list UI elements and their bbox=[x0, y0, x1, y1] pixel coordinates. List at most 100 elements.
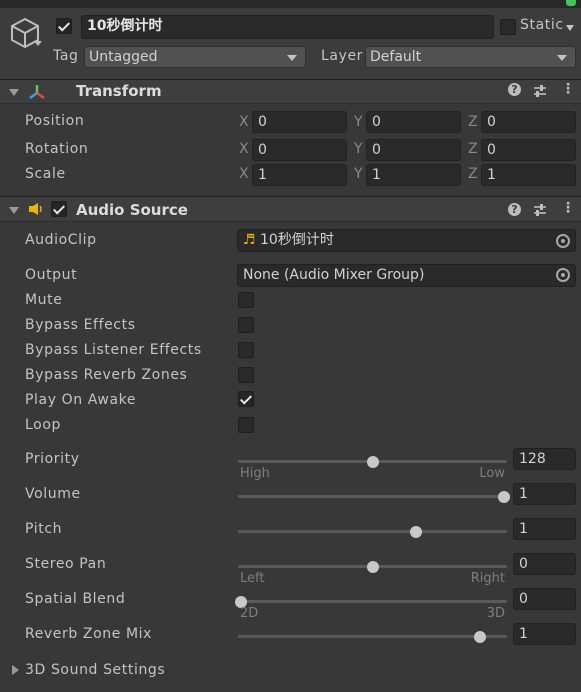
scale-y-axis[interactable]: Y bbox=[354, 166, 363, 182]
position-x-axis[interactable]: X bbox=[239, 114, 249, 130]
stereo-pan-slider[interactable] bbox=[238, 560, 507, 573]
transform-body: Position X 0 Y 0 Z 0 Rotation X 0 Y 0 Z … bbox=[0, 104, 581, 196]
static-toggle[interactable] bbox=[500, 19, 516, 35]
speaker-icon bbox=[29, 203, 42, 215]
stereo-pan-slider-thumb[interactable] bbox=[366, 560, 379, 573]
help-icon[interactable]: ? bbox=[508, 203, 521, 216]
priority-slider-thumb[interactable] bbox=[366, 455, 379, 468]
position-z-axis[interactable]: Z bbox=[468, 114, 478, 130]
spatial-blend-label: Spatial Blend bbox=[25, 591, 126, 607]
stereo-pan-value-field[interactable]: 0 bbox=[513, 553, 576, 575]
layer-dropdown[interactable]: Default bbox=[365, 46, 576, 68]
bypass-listener-effects-label: Bypass Listener Effects bbox=[25, 342, 202, 358]
audio-note-icon: ♬ bbox=[243, 232, 256, 248]
audio-source-body: AudioClip ♬ 10秒倒计时 Output None (Audio Mi… bbox=[0, 222, 581, 692]
bypass-effects-label: Bypass Effects bbox=[25, 317, 136, 333]
audio-source-enabled-toggle[interactable] bbox=[51, 201, 67, 217]
scale-z-axis[interactable]: Z bbox=[468, 166, 478, 182]
foldout-arrow-icon[interactable] bbox=[9, 89, 19, 96]
mute-label: Mute bbox=[25, 292, 63, 308]
presets-icon[interactable] bbox=[533, 203, 547, 217]
spatial-blend-slider[interactable] bbox=[235, 595, 507, 608]
bypass-reverb-zones-label: Bypass Reverb Zones bbox=[25, 367, 188, 383]
layer-value: Default bbox=[370, 49, 422, 65]
volume-value-field[interactable]: 1 bbox=[513, 483, 576, 505]
chevron-down-icon bbox=[287, 55, 297, 61]
loop-label: Loop bbox=[25, 417, 61, 433]
foldout-arrow-icon[interactable] bbox=[12, 665, 19, 675]
object-picker-icon[interactable] bbox=[556, 268, 570, 282]
object-header: 10秒倒计时 Static Tag Untagged Layer Default bbox=[0, 8, 581, 80]
bypass-listener-effects-toggle[interactable] bbox=[238, 342, 254, 358]
stereo-pan-min-label: Left bbox=[240, 571, 265, 586]
scale-x-axis[interactable]: X bbox=[239, 166, 249, 182]
priority-value-field[interactable]: 128 bbox=[513, 448, 576, 470]
audio-source-header[interactable]: Audio Source ? ⋮ bbox=[0, 196, 581, 222]
volume-slider[interactable] bbox=[238, 490, 510, 503]
scale-z-field[interactable]: 1 bbox=[481, 164, 576, 186]
position-label: Position bbox=[25, 113, 85, 129]
static-dropdown-icon[interactable] bbox=[566, 25, 574, 31]
bypass-effects-toggle[interactable] bbox=[238, 317, 254, 333]
transform-axes-icon bbox=[29, 85, 45, 99]
priority-label: Priority bbox=[25, 451, 80, 467]
layer-label: Layer bbox=[321, 48, 364, 64]
spatial-blend-value-field[interactable]: 0 bbox=[513, 588, 576, 610]
scale-x-field[interactable]: 1 bbox=[252, 164, 347, 186]
chevron-down-icon bbox=[557, 55, 567, 61]
kebab-menu-icon[interactable]: ⋮ bbox=[561, 81, 575, 97]
priority-min-label: High bbox=[240, 466, 270, 481]
stereo-pan-max-label: Right bbox=[470, 571, 505, 586]
presets-icon[interactable] bbox=[533, 84, 547, 98]
position-x-field[interactable]: 0 bbox=[252, 111, 347, 133]
volume-slider-thumb[interactable] bbox=[498, 490, 510, 503]
volume-label: Volume bbox=[25, 486, 81, 502]
priority-max-label: Low bbox=[479, 466, 505, 481]
rotation-z-axis[interactable]: Z bbox=[468, 141, 478, 157]
rotation-z-field[interactable]: 0 bbox=[481, 139, 576, 161]
rotation-y-axis[interactable]: Y bbox=[354, 141, 363, 157]
loop-toggle[interactable] bbox=[238, 417, 254, 433]
output-field[interactable]: None (Audio Mixer Group) bbox=[237, 264, 576, 287]
audioclip-field[interactable]: ♬ 10秒倒计时 bbox=[237, 229, 576, 252]
3d-sound-settings-foldout[interactable]: 3D Sound Settings bbox=[25, 662, 165, 678]
spatial-blend-max-label: 3D bbox=[486, 606, 505, 621]
scale-label: Scale bbox=[25, 166, 66, 182]
position-z-field[interactable]: 0 bbox=[481, 111, 576, 133]
help-icon[interactable]: ? bbox=[508, 83, 521, 96]
object-name-field[interactable]: 10秒倒计时 bbox=[81, 15, 494, 39]
mute-toggle[interactable] bbox=[238, 292, 254, 308]
audio-source-title: Audio Source bbox=[76, 201, 188, 219]
spatial-blend-min-label: 2D bbox=[240, 606, 259, 621]
foldout-arrow-icon[interactable] bbox=[9, 207, 19, 214]
reverb-zone-mix-slider-thumb[interactable] bbox=[474, 630, 487, 643]
stereo-pan-label: Stereo Pan bbox=[25, 556, 107, 572]
scale-y-field[interactable]: 1 bbox=[366, 164, 461, 186]
chevron-down-icon[interactable] bbox=[34, 41, 42, 46]
reverb-zone-mix-value-field[interactable]: 1 bbox=[513, 623, 576, 645]
tag-dropdown[interactable]: Untagged bbox=[84, 46, 306, 68]
rotation-x-axis[interactable]: X bbox=[239, 141, 249, 157]
audioclip-label: AudioClip bbox=[25, 232, 97, 248]
transform-header[interactable]: Transform ? ⋮ bbox=[0, 79, 581, 104]
position-y-field[interactable]: 0 bbox=[366, 111, 461, 133]
rotation-label: Rotation bbox=[25, 141, 89, 157]
pitch-value-field[interactable]: 1 bbox=[513, 518, 576, 540]
play-on-awake-toggle[interactable] bbox=[238, 391, 254, 407]
object-picker-icon[interactable] bbox=[556, 234, 570, 248]
reverb-zone-mix-slider[interactable] bbox=[238, 630, 507, 643]
play-on-awake-label: Play On Awake bbox=[25, 392, 137, 408]
pitch-slider[interactable] bbox=[238, 525, 507, 538]
audioclip-value: 10秒倒计时 bbox=[260, 232, 334, 248]
tag-value: Untagged bbox=[89, 49, 158, 65]
priority-slider[interactable] bbox=[238, 455, 507, 468]
pitch-slider-thumb[interactable] bbox=[410, 525, 423, 538]
bypass-reverb-zones-toggle[interactable] bbox=[238, 367, 254, 383]
kebab-menu-icon[interactable]: ⋮ bbox=[561, 200, 575, 216]
rotation-x-field[interactable]: 0 bbox=[252, 139, 347, 161]
static-label[interactable]: Static bbox=[520, 17, 564, 33]
position-y-axis[interactable]: Y bbox=[354, 114, 363, 130]
top-strip bbox=[0, 0, 581, 8]
active-toggle[interactable] bbox=[56, 18, 72, 34]
rotation-y-field[interactable]: 0 bbox=[366, 139, 461, 161]
